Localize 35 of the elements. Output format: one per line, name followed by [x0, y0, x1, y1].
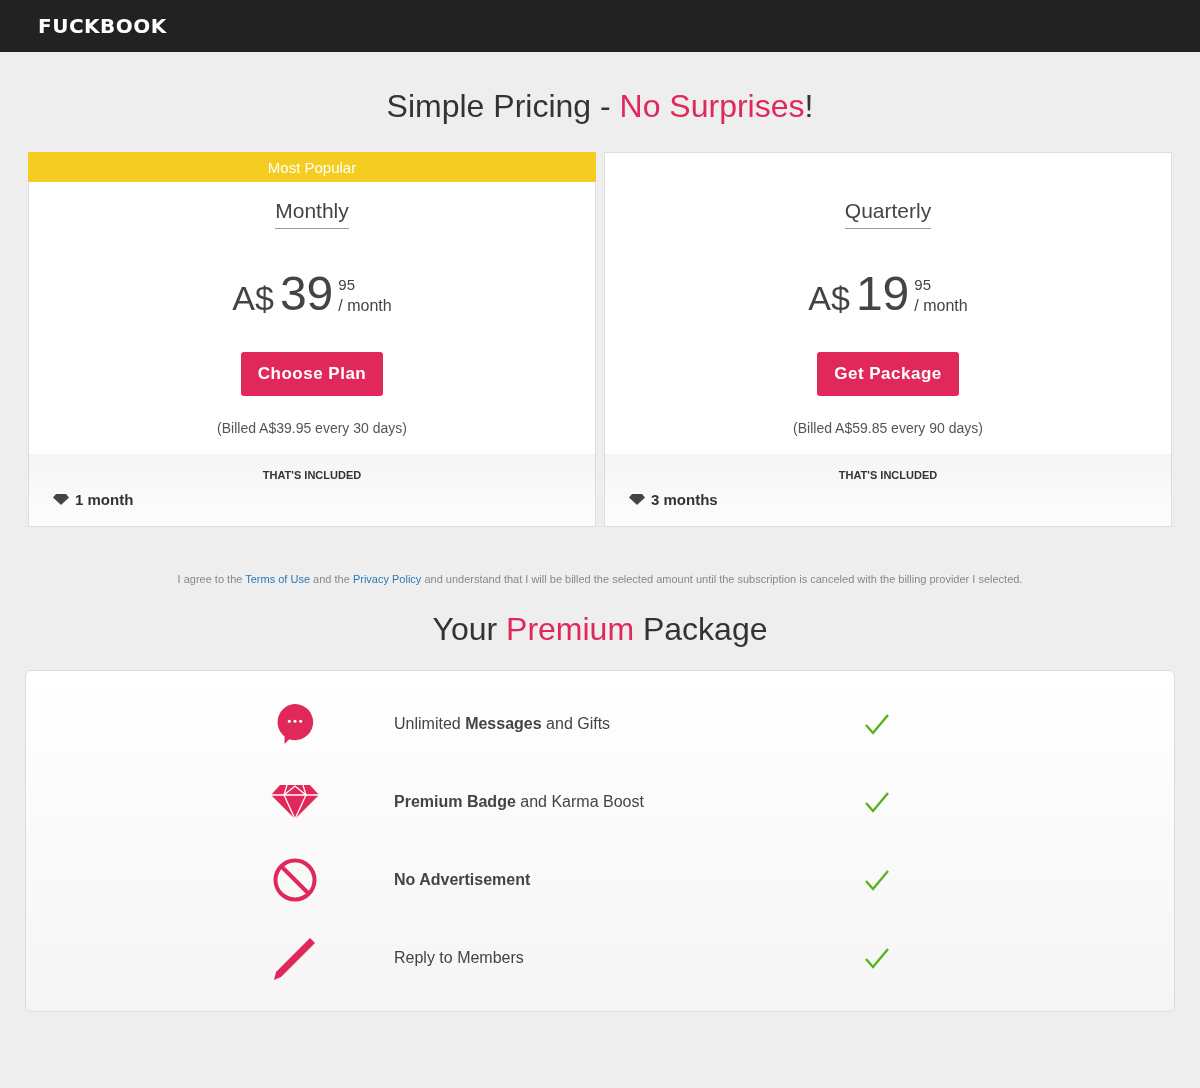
billing-note: (Billed A$59.85 every 90 days) — [793, 420, 983, 436]
feature-text: No Advertisement — [394, 871, 532, 889]
page-heading: Simple Pricing - No Surprises! — [385, 88, 815, 125]
feature-text: Unlimited Messages and Gifts — [394, 715, 612, 733]
diamond-icon — [271, 785, 319, 819]
prohibited-icon — [273, 858, 317, 902]
plan-button[interactable]: Get Package — [817, 352, 959, 396]
site-logo[interactable]: FUCKBOOK — [38, 14, 167, 38]
price-amount: 19 — [855, 273, 910, 315]
price-cents: 95 — [338, 276, 356, 293]
feature-text: Premium Badge and Karma Boost — [394, 793, 645, 811]
plan-button[interactable]: Choose Plan — [240, 352, 384, 396]
chat-bubble-icon — [276, 703, 314, 745]
feature-text: Reply to Members — [394, 949, 525, 967]
popular-banner: Most Popular — [28, 152, 596, 182]
plan-name: Quarterly — [844, 199, 932, 229]
terms-text: I agree to the Terms of Use and the Privacy Policy and understand that I will be billed the selected amount until the subscription is canceled with the billing provider I selected. — [176, 573, 1024, 585]
plan-name: Monthly — [275, 199, 349, 229]
terms-link[interactable]: Privacy Policy — [352, 573, 422, 585]
diamond-icon — [53, 494, 69, 505]
diamond-icon — [629, 494, 645, 505]
price-period: / month — [338, 297, 392, 315]
section-heading: Your Premium Package — [431, 611, 769, 648]
billing-note: (Billed A$39.95 every 30 days) — [217, 420, 407, 436]
included-label: THAT'S INCLUDED — [261, 469, 363, 481]
terms-link[interactable]: Terms of Use — [245, 573, 311, 585]
price-amount: 39 — [279, 273, 334, 315]
price-currency: A$ — [808, 281, 850, 315]
pencil-icon — [273, 936, 317, 980]
included-duration: 3 months — [651, 491, 718, 508]
price-currency: A$ — [232, 281, 274, 315]
included-label: THAT'S INCLUDED — [837, 469, 939, 481]
price-period: / month — [914, 297, 968, 315]
included-duration: 1 month — [75, 491, 134, 508]
price-cents: 95 — [914, 276, 932, 293]
